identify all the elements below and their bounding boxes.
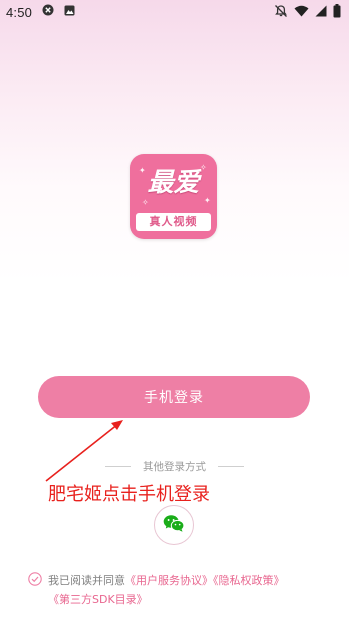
media-close-icon [42, 4, 54, 20]
divider-line-left [105, 465, 131, 467]
agreement-line-1: 我已阅读并同意《用户服务协议》《隐私权政策》 [48, 571, 285, 590]
user-agreement-link[interactable]: 《用户服务协议》 [125, 574, 213, 587]
status-time: 4:50 [6, 4, 33, 20]
annotation-text: 肥宅姬点击手机登录 [48, 484, 210, 505]
other-login-divider: 其他登录方式 [0, 459, 349, 473]
wechat-login-button[interactable] [154, 505, 194, 545]
phone-login-button[interactable]: 手机登录 [38, 376, 310, 418]
wifi-icon [294, 5, 309, 21]
logo-subtitle: 真人视频 [136, 213, 211, 231]
sparkle-icon: ✧ [142, 198, 149, 207]
agreement-prefix: 我已阅读并同意 [48, 574, 125, 587]
status-bar: 4:50 [0, 0, 349, 24]
battery-icon [333, 4, 341, 22]
mute-bell-icon [274, 4, 288, 22]
other-login-label: 其他登录方式 [143, 460, 206, 473]
app-logo: ✦ ✧ ✦ ✧ 最爱 真人视频 [130, 154, 217, 239]
third-party-sdk-link[interactable]: 《第三方SDK目录》 [48, 593, 148, 606]
gallery-icon [64, 5, 75, 20]
logo-title: 最爱 [147, 168, 200, 198]
agreement-line-2: 《第三方SDK目录》 [48, 590, 148, 609]
signal-icon [315, 5, 327, 21]
status-icons [274, 4, 341, 22]
check-circle-icon [28, 572, 42, 586]
privacy-policy-link[interactable]: 《隐私权政策》 [213, 574, 285, 587]
wechat-icon [163, 514, 185, 537]
divider-line-right [218, 465, 244, 467]
agreement-checkbox[interactable] [28, 572, 42, 592]
